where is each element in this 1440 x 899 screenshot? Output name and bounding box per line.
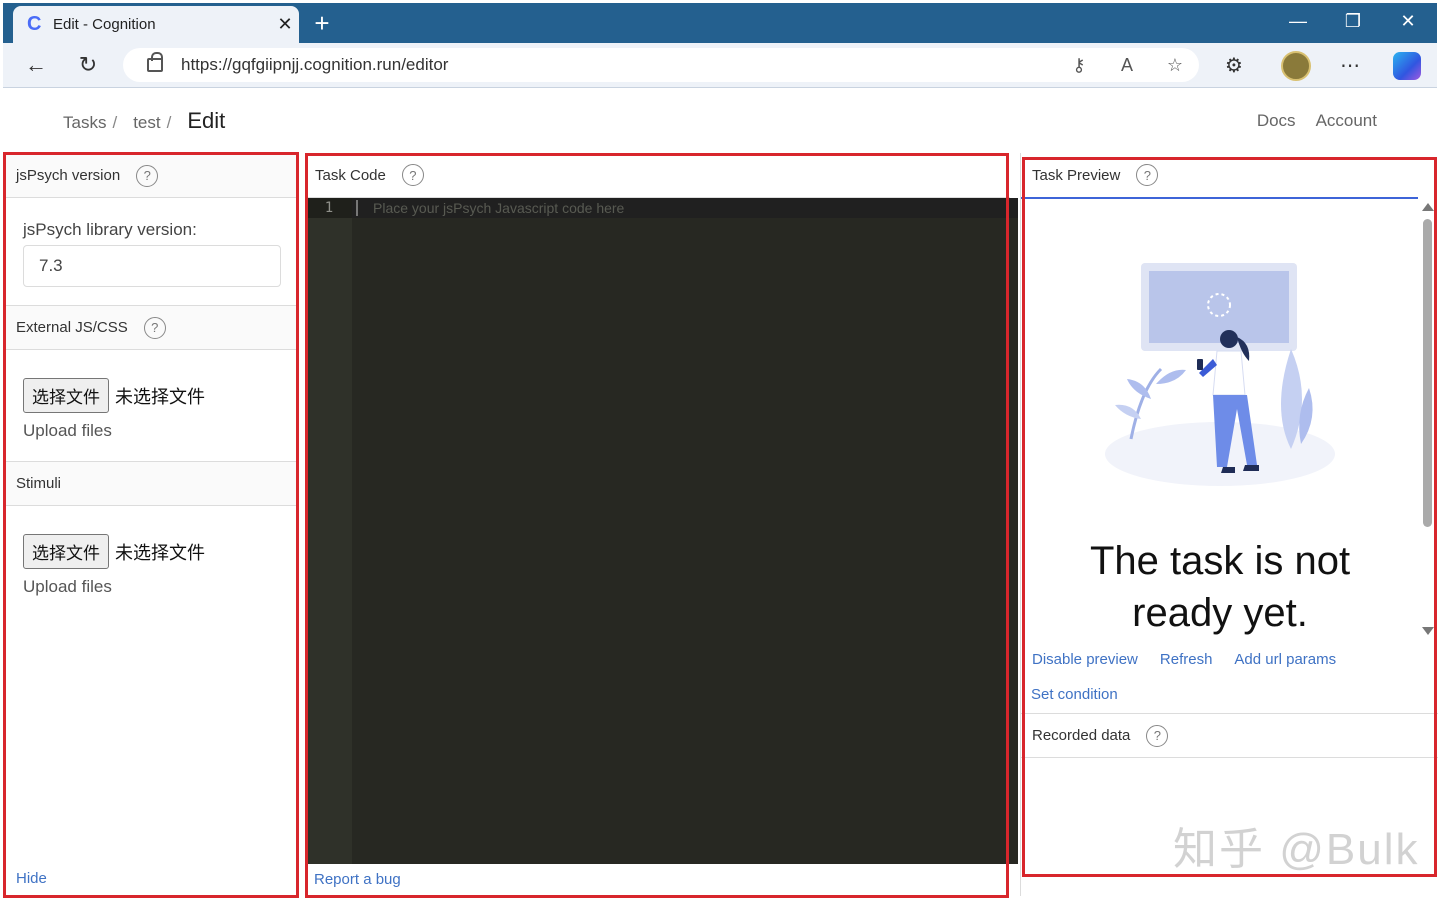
top-links: Docs Account (1257, 111, 1377, 131)
browser-tab[interactable]: C Edit - Cognition ✕ (13, 6, 299, 43)
reload-icon[interactable]: ↻ (73, 51, 103, 79)
stimuli-title: Stimuli (16, 475, 62, 492)
line-number: 1 (306, 198, 352, 218)
restore-icon[interactable]: ❐ (1330, 11, 1376, 32)
code-editor[interactable]: 1 Place your jsPsych Javascript code her… (306, 198, 1018, 864)
breadcrumb-separator: / (112, 113, 118, 132)
back-icon[interactable]: ← (21, 51, 51, 79)
editor-placeholder: Place your jsPsych Javascript code here (373, 200, 625, 216)
profile-avatar[interactable] (1281, 51, 1311, 81)
no-file-chosen-text: 未选择文件 (115, 542, 205, 563)
scrollbar-thumb[interactable] (1423, 219, 1432, 527)
task-preview-header: Task Preview ? (1021, 153, 1418, 199)
choose-file-button[interactable]: 选择文件 (23, 534, 109, 569)
code-panel: Task Code ? 1 Place your jsPsych Javascr… (306, 153, 1018, 896)
more-menu-icon[interactable]: ⋯ (1335, 53, 1365, 78)
library-version-select[interactable]: 7.3 (23, 245, 281, 287)
preview-frame: The task is not ready yet. (1021, 199, 1419, 639)
recorded-data-header: Recorded data ? (1021, 713, 1438, 758)
lock-icon (147, 52, 163, 72)
set-condition-link[interactable]: Set condition (1031, 686, 1118, 703)
report-bug-link[interactable]: Report a bug (314, 871, 401, 888)
jspsych-version-body: jsPsych library version: 7.3 (6, 198, 296, 306)
scroll-up-arrow-icon[interactable] (1422, 203, 1434, 211)
hide-link[interactable]: Hide (16, 870, 47, 887)
jspsych-version-title: jsPsych version (16, 167, 121, 184)
copilot-icon[interactable] (1393, 52, 1421, 80)
preview-actions: Disable preview Refresh Add url params (1032, 651, 1336, 668)
breadcrumb: Tasks / test / Edit (63, 108, 225, 134)
scroll-down-arrow-icon[interactable] (1422, 627, 1434, 635)
help-icon[interactable]: ? (143, 316, 166, 339)
favorite-star-icon[interactable]: ☆ (1151, 55, 1199, 76)
upload-files-label: Upload files (23, 577, 112, 596)
url-text: https://gqfgiipnjj.cognition.run/editor (181, 55, 449, 74)
external-js-css-title: External JS/CSS (16, 319, 128, 336)
choose-file-button[interactable]: 选择文件 (23, 378, 109, 413)
disable-preview-link[interactable]: Disable preview (1032, 651, 1138, 668)
new-tab-button[interactable]: + (307, 9, 337, 37)
extensions-icon[interactable]: ⚙ (1219, 53, 1249, 78)
breadcrumb-test[interactable]: test (133, 113, 160, 133)
help-icon[interactable]: ? (1146, 724, 1169, 747)
preview-scrollbar[interactable] (1418, 199, 1437, 639)
jspsych-version-header: jsPsych version ? (6, 154, 296, 198)
not-ready-line-1: The task is not (1089, 539, 1351, 583)
upload-files-label: Upload files (23, 421, 112, 440)
text-cursor (356, 200, 358, 216)
read-aloud-icon[interactable]: A (1103, 55, 1151, 76)
help-icon[interactable]: ? (1136, 164, 1159, 186)
close-window-icon[interactable]: ✕ (1385, 11, 1431, 32)
account-link[interactable]: Account (1316, 111, 1377, 131)
no-file-chosen-text: 未选择文件 (115, 386, 205, 407)
help-icon[interactable]: ? (401, 164, 424, 186)
close-tab-icon[interactable]: ✕ (271, 14, 299, 35)
refresh-link[interactable]: Refresh (1160, 651, 1213, 668)
settings-panel: jsPsych version ? jsPsych library versio… (5, 153, 297, 896)
task-code-header: Task Code ? (306, 153, 1010, 198)
stimuli-body: 选择文件 未选择文件 Upload files (6, 506, 296, 615)
tab-title: Edit - Cognition (53, 16, 156, 33)
browser-tab-bar: C Edit - Cognition ✕ + — ❐ ✕ (3, 3, 1437, 43)
preview-panel: Task Preview ? The task is not ready yet… (1020, 153, 1438, 896)
file-picker: 选择文件 未选择文件 (23, 378, 282, 413)
editor-gutter (306, 198, 352, 864)
page-title: Edit (187, 108, 226, 133)
minimize-icon[interactable]: — (1275, 11, 1321, 32)
task-code-title: Task Code (315, 166, 386, 184)
file-picker: 选择文件 未选择文件 (23, 534, 282, 569)
recorded-data-title: Recorded data (1032, 727, 1131, 744)
watermark: 知乎 @Bulk (1173, 825, 1420, 874)
not-ready-line-2: ready yet. (1132, 591, 1308, 635)
library-version-label: jsPsych library version: (23, 220, 197, 239)
external-js-css-body: 选择文件 未选择文件 Upload files (6, 350, 296, 462)
help-icon[interactable]: ? (136, 164, 159, 187)
external-js-css-header: External JS/CSS ? (6, 306, 296, 350)
add-url-params-link[interactable]: Add url params (1234, 651, 1336, 668)
key-icon[interactable]: ⚷ (1055, 55, 1103, 76)
browser-nav-bar: ← ↻ https://gqfgiipnjj.cognition.run/edi… (3, 43, 1437, 88)
task-preview-title: Task Preview (1032, 166, 1121, 184)
breadcrumb-tasks[interactable]: Tasks (63, 113, 106, 133)
address-bar[interactable]: https://gqfgiipnjj.cognition.run/editor … (123, 48, 1199, 82)
breadcrumb-separator: / (166, 113, 172, 132)
docs-link[interactable]: Docs (1257, 111, 1296, 131)
cognition-logo-icon: C (27, 13, 42, 35)
not-ready-message: The task is not ready yet. (1021, 535, 1419, 639)
stimuli-header: Stimuli (6, 462, 296, 506)
loading-illustration (1105, 263, 1335, 486)
